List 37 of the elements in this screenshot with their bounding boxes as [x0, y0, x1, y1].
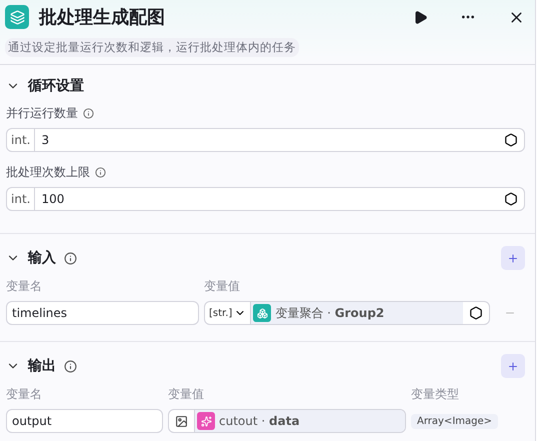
variable-icon[interactable]	[469, 306, 483, 320]
field-label: 批处理次数上限	[6, 164, 90, 181]
column-header: 变量名	[6, 278, 43, 295]
variable-value-field[interactable]: cutout · data	[168, 409, 406, 433]
plus-icon	[507, 252, 519, 264]
variable-value-field[interactable]: [str.] 变量聚合 · Group2	[204, 301, 490, 325]
node-icon	[197, 412, 215, 430]
variable-icon[interactable]	[504, 133, 518, 147]
info-icon[interactable]	[83, 108, 94, 119]
info-icon[interactable]	[64, 252, 77, 264]
image-icon	[175, 414, 188, 428]
info-icon[interactable]	[95, 167, 106, 178]
node-title: 批处理生成配图	[39, 6, 166, 29]
info-icon[interactable]	[64, 360, 77, 372]
plus-icon	[507, 360, 519, 372]
number-field[interactable]: int. 100	[6, 187, 525, 211]
section-title: 循环设置	[28, 77, 84, 95]
field-label: 并行运行数量	[6, 105, 78, 122]
node-icon	[253, 304, 272, 322]
variable-reference: cutout · data	[219, 414, 300, 428]
column-header: 变量值	[204, 278, 241, 295]
run-button[interactable]	[413, 10, 428, 24]
column-header: 变量值	[168, 386, 205, 403]
variable-name-field[interactable]: timelines	[6, 301, 199, 325]
node-description: 通过设定批量运行次数和逻辑，运行批处理体内的任务	[5, 38, 299, 57]
column-header: 变量名	[6, 386, 43, 403]
add-button[interactable]	[501, 246, 525, 270]
variable-name-field[interactable]: output	[6, 409, 163, 433]
variable-type: Array<Image>	[411, 414, 498, 428]
layers-icon	[5, 5, 29, 29]
column-header: 变量类型	[411, 386, 460, 403]
variable-reference: 变量聚合 · Group2	[275, 304, 384, 322]
section-title: 输入	[28, 249, 56, 267]
variable-icon[interactable]	[504, 192, 518, 206]
section-title: 输出	[28, 357, 56, 375]
number-field[interactable]: int. 3	[6, 128, 525, 152]
add-button[interactable]	[501, 354, 525, 378]
